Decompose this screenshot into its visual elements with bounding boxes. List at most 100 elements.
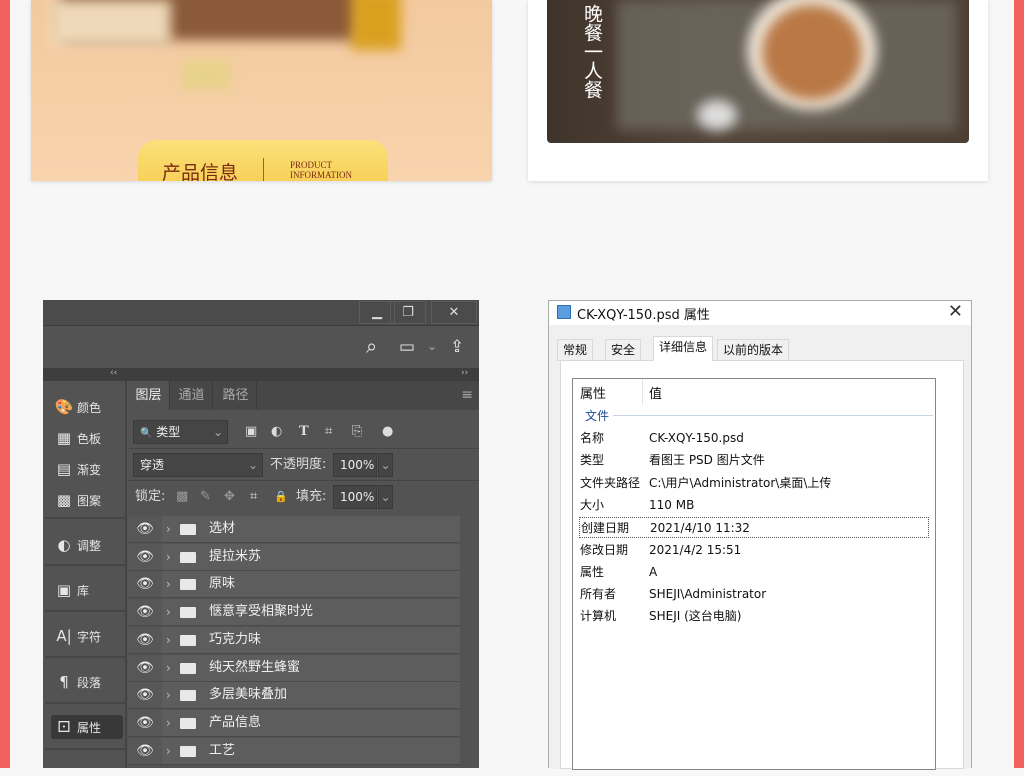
layer-row[interactable]: 👁 › 巧克力味 [128,626,460,654]
folder-icon [180,717,196,729]
adjustment-filter-icon[interactable]: ◐ [271,420,282,444]
badge-en-line2: INFORMATION [290,170,353,180]
layer-row[interactable]: 👁 › 惬意享受相聚时光 [128,599,460,627]
layer-row[interactable]: 👁 › 选材 [128,516,460,543]
property-row[interactable]: 修改日期 2021/4/2 15:51 [579,540,929,561]
property-name: 名称 [580,431,605,445]
tab-paths[interactable]: 路径 [215,381,257,410]
column-header-property[interactable]: 属性 [580,383,606,402]
column-header-value[interactable]: 值 [649,383,662,402]
collapse-left-button[interactable]: ‹‹ [110,368,117,378]
eye-icon[interactable]: 👁 [128,737,162,764]
dock-item-swatches[interactable]: ▦ 色板 [51,426,123,450]
eye-icon[interactable]: 👁 [128,571,162,598]
file-properties-dialog: CK-XQY-150.psd 属性 ✕ 常规 安全 属性 值 文件 名称 CK-X… [548,300,972,770]
eye-icon[interactable]: 👁 [128,709,162,736]
column-divider[interactable] [642,379,643,405]
layer-row[interactable]: 👁 › 原味 [128,571,460,599]
close-button[interactable]: ✕ [948,301,963,322]
dock-item-color[interactable]: 🎨 颜色 [51,395,123,419]
layer-row[interactable]: 👁 › 提拉米苏 [128,543,460,571]
type-filter-icon[interactable]: T [299,420,309,444]
dock-label: 库 [77,584,90,598]
eye-icon[interactable]: 👁 [128,516,162,542]
group-header-file: 文件 [585,409,610,423]
property-row[interactable]: 大小 110 MB [579,495,929,516]
dock-item-paragraph[interactable]: ¶ 段落 [51,670,123,694]
chevron-right-icon[interactable]: › [166,655,171,681]
blend-mode-select[interactable]: 穿透 ⌄ [133,453,263,477]
chevron-right-icon[interactable]: › [166,627,171,653]
property-value: 2021/4/2 15:51 [649,542,742,557]
eye-icon[interactable]: 👁 [128,654,162,681]
move-icon[interactable]: ✥ [224,485,235,509]
close-button[interactable]: ✕ [431,301,477,324]
dock-item-properties[interactable]: ⚀ 属性 [51,715,123,739]
property-row[interactable]: 计算机 SHEJI (这台电脑) [579,606,929,627]
dock-item-patterns[interactable]: ▩ 图案 [51,488,123,512]
property-row[interactable]: 名称 CK-XQY-150.psd [579,428,929,449]
panel-tabs: 图层 通道 路径 ≡ [128,381,479,410]
eye-icon[interactable]: 👁 [128,626,162,653]
opacity-input[interactable]: 100% [333,453,377,477]
eye-icon[interactable]: 👁 [128,682,162,709]
eye-icon[interactable]: 👁 [128,543,162,570]
tab-channels[interactable]: 通道 [171,381,213,410]
property-row[interactable]: 文件夹路径 C:\用户\Administrator\桌面\上传 [579,473,929,494]
dock-item-gradient[interactable]: ▤ 渐变 [51,457,123,481]
properties-list: 属性 值 文件 名称 CK-XQY-150.psd 类型 看图王 PSD 图片文件 文件… [572,378,936,770]
search-icon: 🔍 [140,428,153,439]
product-info-badge: 产品信息 PRODUCT INFORMATION [138,140,388,181]
filter-toggle-icon[interactable]: ● [382,420,393,444]
layer-name: 选材 [209,521,236,536]
lock-icon[interactable]: 🔒 [274,485,288,509]
gradient-icon: ▤ [56,460,72,478]
chevron-right-icon[interactable]: › [166,516,171,542]
layer-row[interactable]: 👁 › 多层美味叠加 [128,682,460,710]
chevron-right-icon[interactable]: › [166,571,171,597]
chevron-down-icon[interactable]: ⌄ [427,339,437,353]
chevron-right-icon[interactable]: › [166,682,171,708]
folder-icon [180,745,196,757]
dock-item-adjustments[interactable]: ◐ 调整 [51,533,123,557]
panel-menu-icon[interactable]: ≡ [461,387,473,403]
smart-object-filter-icon[interactable]: ⎘ [352,420,362,444]
chevron-right-icon[interactable]: › [166,599,171,625]
tab-general[interactable]: 常规 [557,339,594,361]
chevron-right-icon[interactable]: › [166,738,171,764]
property-value: SHEJI (这台电脑) [649,609,742,624]
chevron-right-icon[interactable]: › [166,710,171,736]
fill-input[interactable]: 100% [333,485,377,509]
layer-row[interactable]: 👁 › 产品信息 [128,709,460,737]
property-row[interactable]: 创建日期 2021/4/10 11:32 [579,517,929,539]
property-row[interactable]: 所有者 SHEJI\Administrator [579,584,929,605]
dock-item-libraries[interactable]: ▣ 库 [51,578,123,602]
swatches-icon: ▦ [56,429,72,447]
collapse-right-button[interactable]: ›› [461,368,468,378]
tab-security[interactable]: 安全 [605,339,642,361]
workspace-icon[interactable]: ▭ [399,337,415,357]
tab-details[interactable]: 详细信息 [653,336,714,361]
shape-filter-icon[interactable]: ⌗ [325,420,332,444]
layer-row[interactable]: 👁 › 工艺 [128,737,460,765]
dock-item-character[interactable]: A| 字符 [51,624,123,648]
options-bar: ⌕ ▭ ⌄ ⇪ [43,327,479,368]
tab-previous-versions[interactable]: 以前的版本 [717,339,790,361]
artboard-icon[interactable]: ⌗ [250,485,257,509]
fill-dropdown[interactable]: ⌄ [378,485,393,509]
search-icon[interactable]: ⌕ [366,334,377,358]
lock-pixels-transparent-icon[interactable]: ▩ [176,485,188,509]
share-icon[interactable]: ⇪ [450,337,464,357]
property-row[interactable]: 属性 A [579,562,929,583]
property-row[interactable]: 类型 看图王 PSD 图片文件 [579,450,929,471]
opacity-dropdown[interactable]: ⌄ [378,453,393,477]
eye-icon[interactable]: 👁 [128,599,162,626]
chevron-right-icon[interactable]: › [166,544,171,570]
image-filter-icon[interactable]: ▣ [245,420,257,444]
brush-icon[interactable]: ✎ [200,485,211,509]
tab-layers[interactable]: 图层 [128,381,170,410]
filter-kind-select[interactable]: 🔍 类型 ⌄ [133,420,228,444]
restore-button[interactable]: ❐ [390,301,426,324]
property-name: 文件夹路径 [580,475,641,490]
layer-row[interactable]: 👁 › 纯天然野生蜂蜜 [128,654,460,682]
